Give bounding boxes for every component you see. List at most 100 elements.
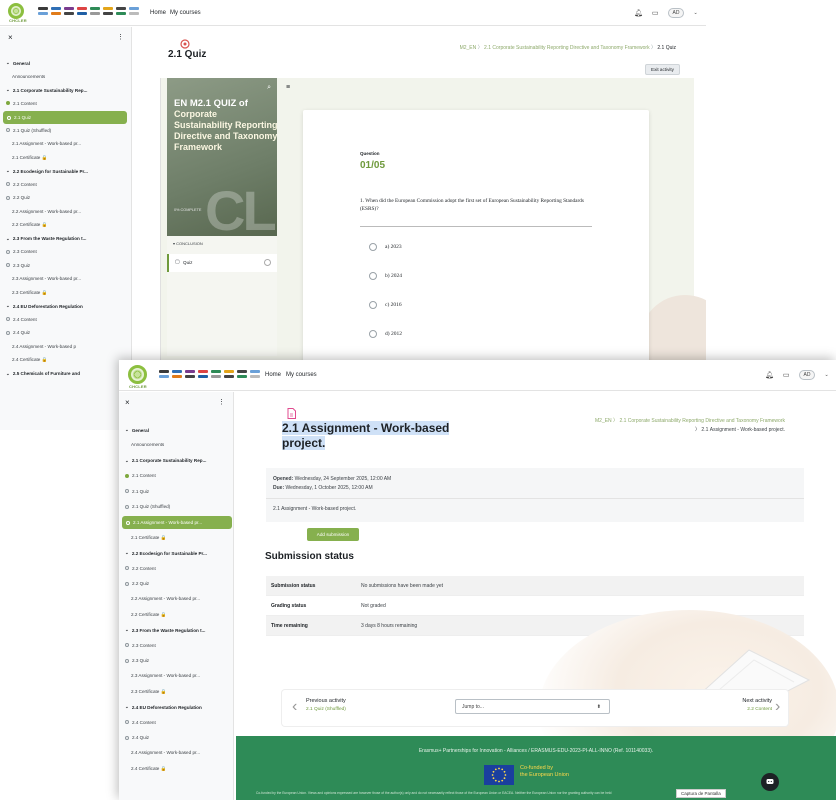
chevron-down-icon[interactable]: ⌄ <box>6 168 10 174</box>
sidebar-item[interactable]: 2.3 Quiz <box>6 263 30 268</box>
bell-icon[interactable]: 🔔︎ <box>765 371 774 379</box>
sidebar-item[interactable]: ⌄ 2.1 Corporate Sustainability Rep... <box>6 87 87 93</box>
sidebar-item[interactable]: ⌄ 2.2 Ecodesign for Sustainable Pr... <box>125 550 207 556</box>
sidebar-item[interactable]: ⌄ 2.4 EU Deforestation Regulation <box>125 704 202 710</box>
sidebar-item[interactable]: 2.2 Certificate 🔒 <box>12 222 47 228</box>
nav-home-link[interactable]: Home <box>265 372 281 378</box>
jump-to-select[interactable]: Jump to... ⬍ <box>455 699 610 714</box>
sidebar-item[interactable]: ⌄ General <box>6 60 30 66</box>
sidebar-item[interactable]: ⌄ 2.3 From the Waste Regulation t... <box>6 236 86 242</box>
status-circle <box>264 259 271 266</box>
outline-section[interactable]: ▾ CONCLUSION <box>173 241 203 246</box>
radio-button[interactable] <box>369 272 377 280</box>
sidebar-item[interactable]: 2.4 Assignment - Work-based pr... <box>131 750 200 755</box>
sidebar-item[interactable]: 2.2 Quiz <box>125 581 149 586</box>
sidebar-item[interactable]: 2.4 Certificate 🔒 <box>131 766 166 772</box>
sidebar-item[interactable]: 2.1 Content <box>6 101 37 106</box>
sidebar-item[interactable]: 2.1 Assignment - Work-based pr... <box>122 516 232 530</box>
next-activity-link[interactable]: 2.2 Content <box>724 707 772 712</box>
sidebar-item[interactable]: 2.1 Quiz (Shuffled) <box>6 128 51 133</box>
sidebar-item[interactable]: 2.1 Quiz <box>125 489 149 494</box>
sidebar-item[interactable]: 2.3 Content <box>125 643 156 648</box>
answer-option[interactable]: a) 2023 <box>369 243 402 251</box>
breadcrumb-trail[interactable]: M2_EN 〉 2.1 Corporate Sustainability Rep… <box>519 417 785 424</box>
chevron-down-icon[interactable]: ⌄ <box>824 372 828 378</box>
sidebar-item[interactable]: 2.2 Assignment - Work-based pr... <box>12 209 81 214</box>
radio-button[interactable] <box>369 243 377 251</box>
sidebar-item[interactable]: 2.1 Assignment - Work-based pr... <box>12 141 81 146</box>
chevron-left-icon[interactable]: ‹ <box>292 698 297 716</box>
sidebar-item[interactable]: 2.3 Content <box>6 249 37 254</box>
sidebar-item[interactable]: 2.4 Content <box>125 720 156 725</box>
chevron-down-icon[interactable]: ⌄ <box>125 550 129 556</box>
sidebar-item[interactable]: ⌄ 2.1 Corporate Sustainability Rep... <box>125 458 206 464</box>
sidebar-item[interactable]: 2.2 Quiz <box>6 195 30 200</box>
chevron-down-icon[interactable]: ⌄ <box>125 458 129 464</box>
close-drawer-icon[interactable]: × <box>125 398 130 407</box>
sidebar-item[interactable]: 2.2 Content <box>6 182 37 187</box>
sidebar-item[interactable]: 2.3 Certificate 🔒 <box>12 290 47 296</box>
hamburger-icon[interactable]: ≡ <box>286 84 290 91</box>
nav-mycourses-link[interactable]: My courses <box>286 372 317 378</box>
radio-button[interactable] <box>369 301 377 309</box>
sidebar-item[interactable]: 2.4 Content <box>6 317 37 322</box>
kebab-menu-icon[interactable]: ⋮ <box>117 33 124 41</box>
sidebar-item[interactable]: Announcements <box>12 74 45 79</box>
answer-option[interactable]: b) 2024 <box>369 272 402 280</box>
chevron-right-icon[interactable]: › <box>775 698 780 716</box>
chevron-down-icon[interactable]: ⌄ <box>6 87 10 93</box>
eu-cofunded-text: Co-funded by the European Union <box>520 765 569 778</box>
sidebar-item[interactable]: 2.3 Assignment - Work-based pr... <box>131 673 200 678</box>
sidebar-item[interactable]: 2.2 Content <box>125 566 156 571</box>
bell-icon[interactable]: 🔔︎ <box>634 9 643 17</box>
chat-icon[interactable]: ▭ <box>652 9 659 17</box>
nav-mycourses-link[interactable]: My courses <box>170 10 201 16</box>
sidebar-item[interactable]: 2.1 Certificate 🔒 <box>131 535 166 541</box>
page-title: 2.1 Assignment - Work-based project. <box>282 421 450 450</box>
chevron-down-icon[interactable]: ⌄ <box>6 60 10 66</box>
chevron-down-icon[interactable]: ⌄ <box>6 236 10 242</box>
avatar[interactable]: AD <box>798 370 816 380</box>
radio-button[interactable] <box>369 330 377 338</box>
sidebar-item[interactable]: 2.1 Quiz (Shuffled) <box>125 504 170 509</box>
sidebar-item[interactable]: 2.4 Quiz <box>6 330 30 335</box>
chat-icon[interactable]: ▭ <box>783 371 790 379</box>
breadcrumb-item[interactable]: 2.1 Corporate Sustainability Reporting D… <box>484 45 650 51</box>
prev-activity-link[interactable]: 2.1 Quiz (Shuffled) <box>306 707 346 712</box>
chevron-down-icon[interactable]: ⌄ <box>125 427 129 433</box>
kebab-menu-icon[interactable]: ⋮ <box>218 398 225 406</box>
sidebar-item[interactable]: ⌄ 2.2 Ecodesign for Sustainable Pr... <box>6 168 88 174</box>
exit-activity-button[interactable]: Exit activity <box>645 64 680 75</box>
outline-item-quiz[interactable]: ▢ Quiz <box>167 254 277 272</box>
close-drawer-icon[interactable]: × <box>8 33 13 42</box>
sidebar-item[interactable]: 2.1 Quiz <box>3 111 127 124</box>
search-icon[interactable]: ⌕ <box>267 84 271 92</box>
chat-bubble-icon[interactable] <box>761 773 779 791</box>
sidebar-item[interactable]: ⌄ 2.3 From the Waste Regulation t... <box>125 627 205 633</box>
sidebar-item[interactable]: 2.4 Assignment - Work-based p <box>12 344 76 349</box>
sidebar-item[interactable]: 2.4 Certificate 🔒 <box>12 357 47 363</box>
chevron-down-icon[interactable]: ⌄ <box>693 10 697 16</box>
sidebar-item[interactable]: 2.4 Quiz <box>125 735 149 740</box>
nav-home-link[interactable]: Home <box>150 10 166 16</box>
sidebar-item[interactable]: 2.3 Certificate 🔒 <box>131 689 166 695</box>
answer-option[interactable]: d) 2012 <box>369 330 402 338</box>
sidebar-item[interactable]: ⌄ General <box>125 427 149 433</box>
sidebar-item[interactable]: 2.1 Content <box>125 473 156 478</box>
breadcrumb-item[interactable]: M2_EN <box>460 45 477 51</box>
add-submission-button[interactable]: Add submission <box>307 528 359 541</box>
sidebar-item[interactable]: ⌄ 2.4 EU Deforestation Regulation <box>6 303 83 309</box>
sidebar-item[interactable]: Announcements <box>131 442 164 447</box>
avatar[interactable]: AD <box>667 8 685 18</box>
sidebar-item[interactable]: 2.3 Assignment - Work-based pr... <box>12 276 81 281</box>
sidebar-item[interactable]: ⌄ 2.5 Chemicals of Furniture and <box>6 371 80 377</box>
chevron-down-icon[interactable]: ⌄ <box>125 627 129 633</box>
sidebar-item[interactable]: 2.2 Certificate 🔒 <box>131 612 166 618</box>
chevron-down-icon[interactable]: ⌄ <box>125 704 129 710</box>
chevron-down-icon[interactable]: ⌄ <box>6 303 10 309</box>
chevron-down-icon[interactable]: ⌄ <box>6 371 10 377</box>
sidebar-item[interactable]: 2.3 Quiz <box>125 658 149 663</box>
sidebar-item[interactable]: 2.2 Assignment - Work-based pr... <box>131 596 200 601</box>
answer-option[interactable]: c) 2016 <box>369 301 402 309</box>
sidebar-item[interactable]: 2.1 Certificate 🔒 <box>12 155 47 161</box>
